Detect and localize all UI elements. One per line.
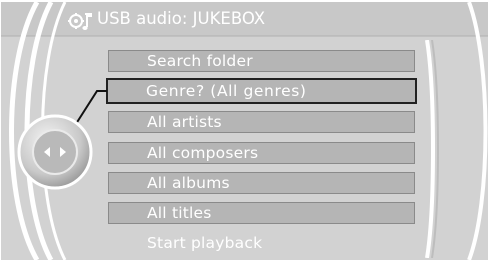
idrive-screen: USB audio: JUKEBOX Search folder Genre? … [1,2,488,260]
controller-knob-icon[interactable] [16,113,94,191]
scrollbar[interactable] [424,40,440,258]
